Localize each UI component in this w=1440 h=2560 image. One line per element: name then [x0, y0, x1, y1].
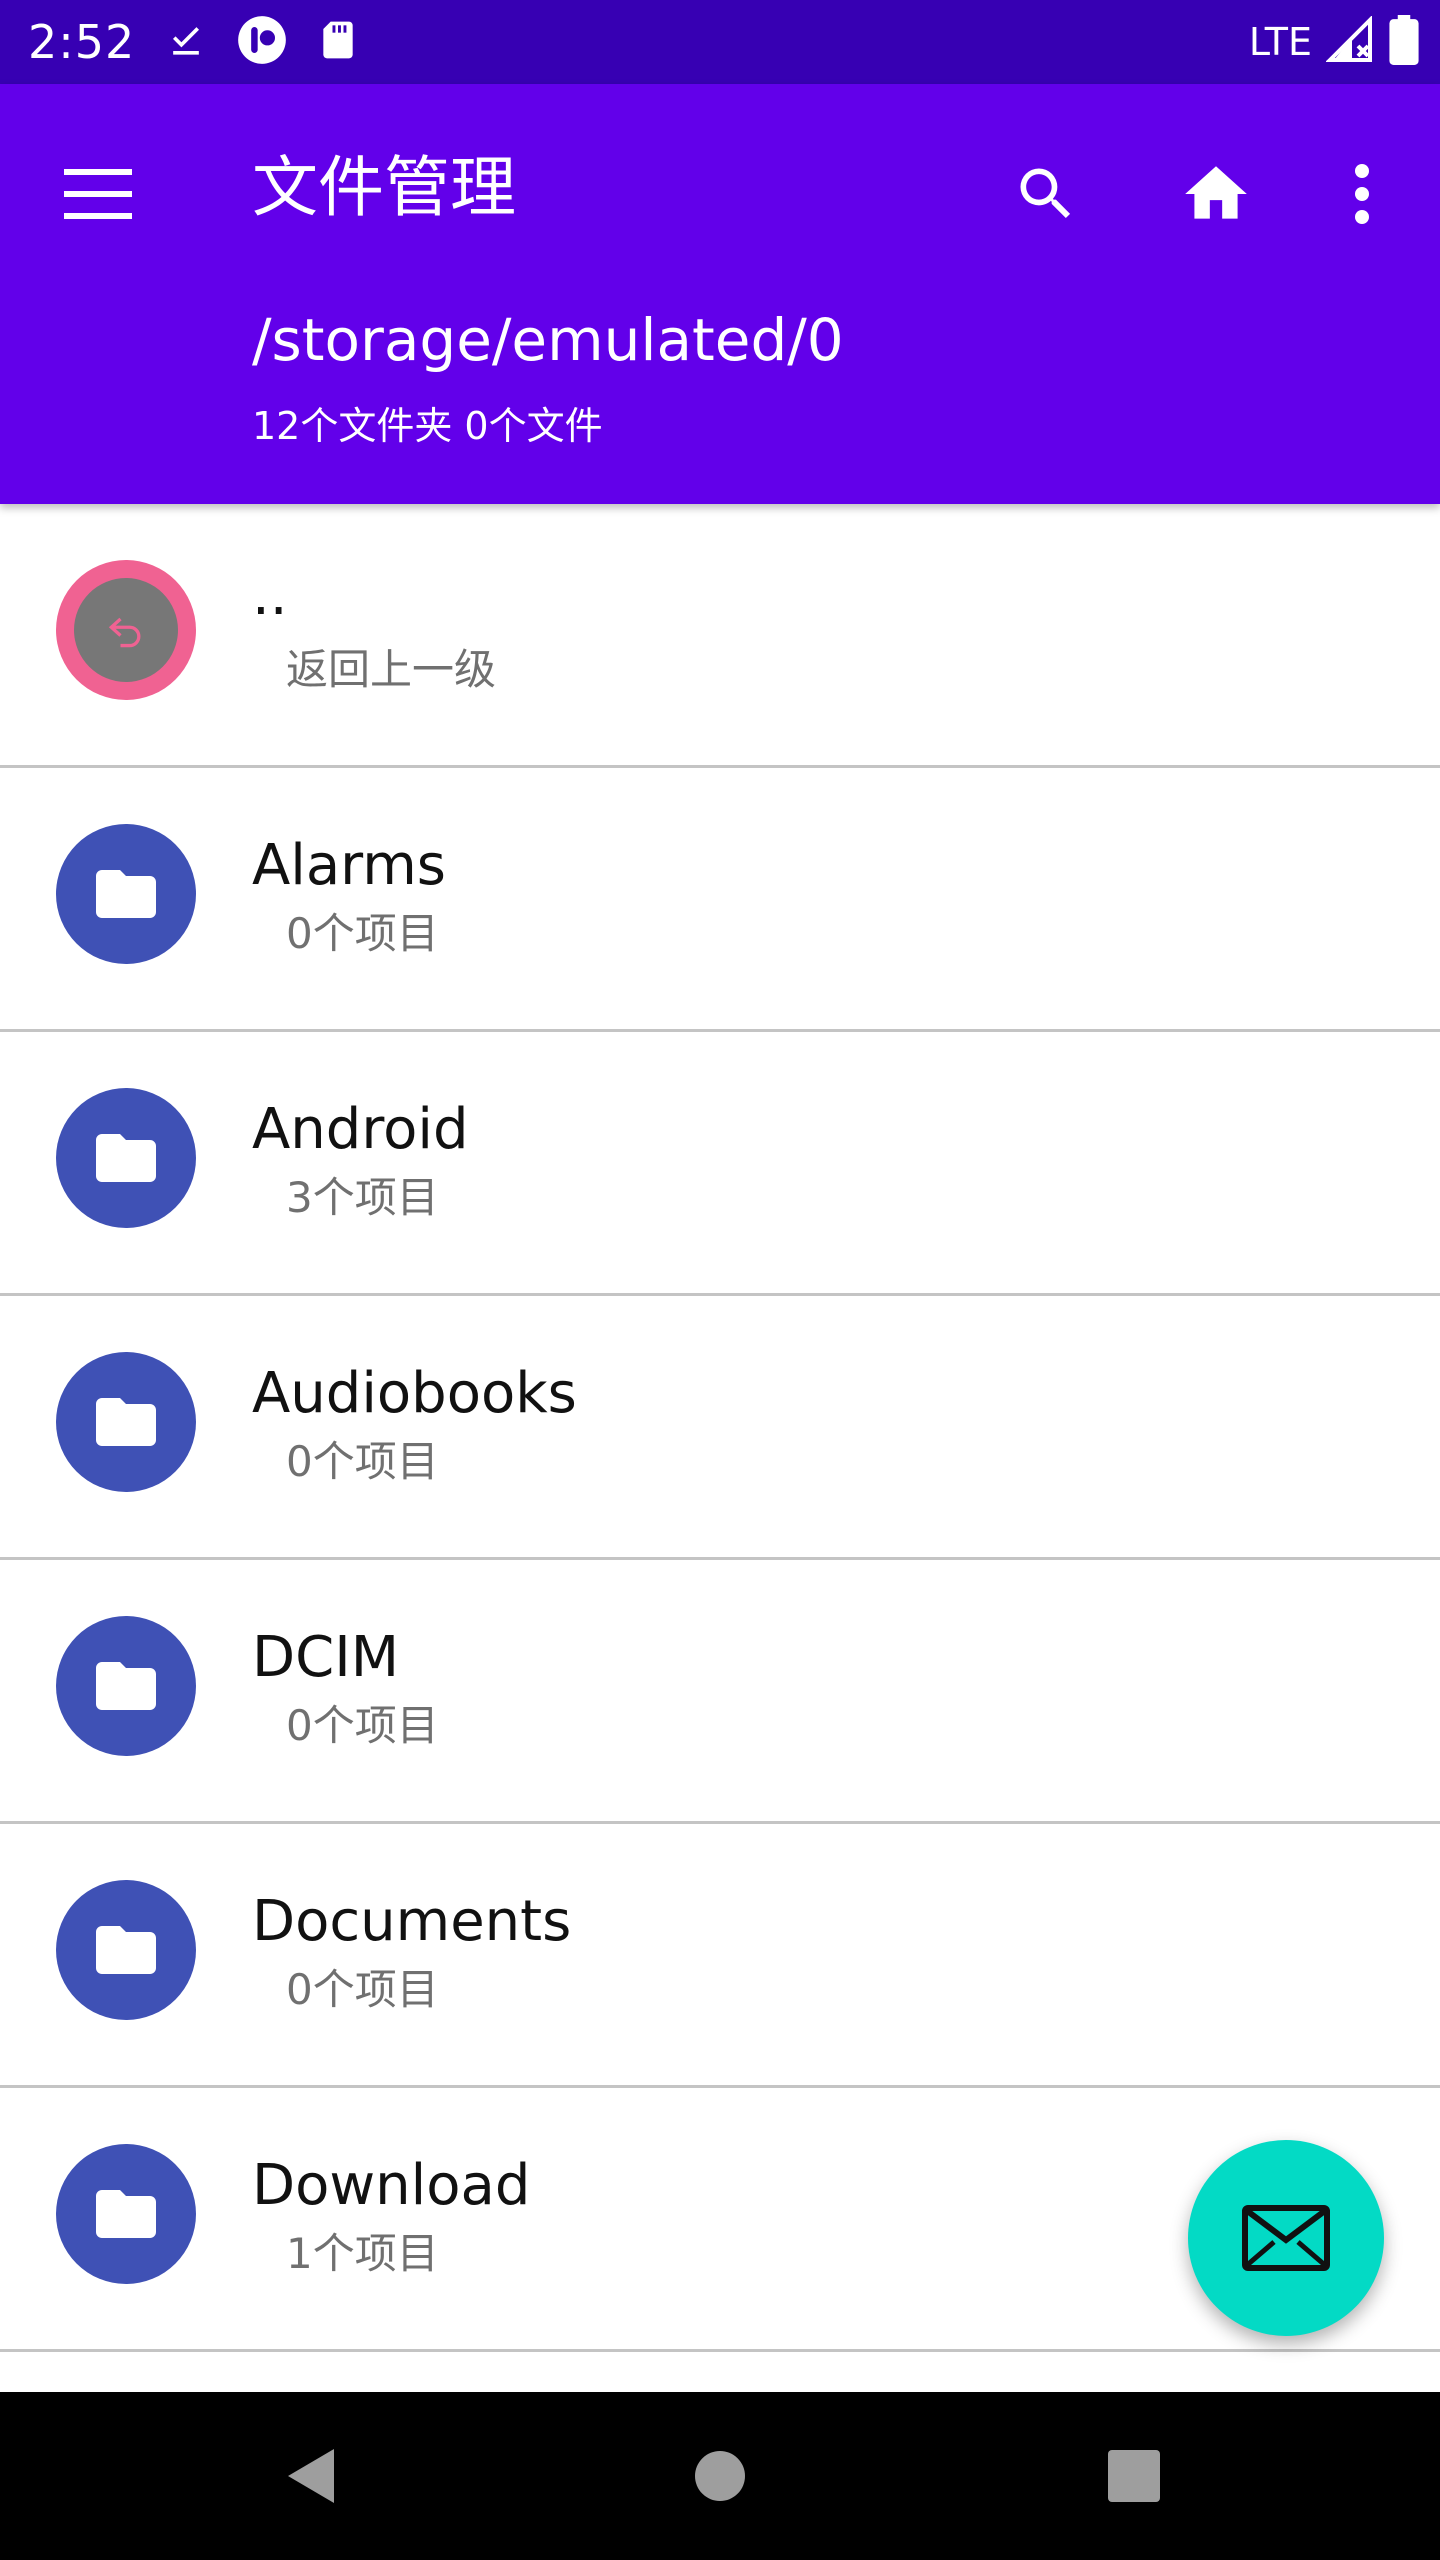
status-time: 2:52	[28, 15, 136, 69]
folder-icon	[96, 1134, 156, 1182]
back-triangle-icon	[288, 2449, 334, 2503]
current-path: /storage/emulated/0	[252, 306, 844, 374]
home-circle-icon	[695, 2451, 745, 2501]
network-type: LTE	[1248, 20, 1312, 64]
folder-icon	[96, 1398, 156, 1446]
sd-card-icon	[316, 17, 360, 67]
item-name: Audiobooks	[252, 1361, 577, 1426]
item-meta: 0个项目	[286, 1437, 439, 1486]
folder-icon	[96, 1926, 156, 1974]
search-button[interactable]	[998, 146, 1094, 242]
item-name: DCIM	[252, 1625, 400, 1690]
mail-icon	[1242, 2205, 1330, 2271]
menu-button[interactable]	[50, 146, 146, 242]
download-done-icon	[164, 18, 208, 66]
battery-icon	[1388, 15, 1420, 69]
list-item-folder[interactable]: Alarms 0个项目	[0, 768, 1440, 1032]
folder-avatar	[56, 1088, 196, 1228]
list-item-folder[interactable]: Android 3个项目	[0, 1032, 1440, 1296]
home-icon	[1185, 166, 1247, 219]
back-arrow-icon	[74, 578, 178, 682]
nav-back-button[interactable]	[262, 2428, 358, 2524]
item-meta: 3个项目	[286, 1173, 439, 1222]
folder-icon	[96, 1662, 156, 1710]
list-item-folder[interactable]: Audiobooks 0个项目	[0, 1296, 1440, 1560]
folder-file-count: 12个文件夹 0个文件	[252, 404, 603, 448]
system-nav-bar	[0, 2392, 1440, 2560]
status-bar: 2:52 LTE	[0, 0, 1440, 84]
item-name: Android	[252, 1097, 469, 1162]
item-meta: 1个项目	[286, 2229, 439, 2278]
item-name: Alarms	[252, 833, 446, 898]
search-icon	[1020, 168, 1071, 219]
status-system-icons: LTE	[1249, 14, 1420, 70]
folder-avatar	[56, 1616, 196, 1756]
item-meta: 0个项目	[286, 909, 439, 958]
recents-square-icon	[1108, 2450, 1160, 2502]
item-meta: 0个项目	[286, 1701, 439, 1750]
app-notification-icon	[236, 14, 288, 70]
item-name: Documents	[252, 1889, 572, 1954]
home-button[interactable]	[1168, 146, 1264, 242]
item-name: ..	[252, 563, 288, 628]
list-item-parent-dir[interactable]: .. 返回上一级	[0, 504, 1440, 768]
item-name: Download	[252, 2153, 531, 2218]
item-meta: 返回上一级	[286, 645, 497, 694]
status-notification-icons	[164, 16, 360, 68]
more-options-button[interactable]	[1314, 146, 1410, 242]
back-avatar	[56, 560, 196, 700]
folder-avatar	[56, 1880, 196, 2020]
nav-recents-button[interactable]	[1086, 2428, 1182, 2524]
folder-avatar	[56, 1352, 196, 1492]
app-bar: 文件管理 /storage/emulated/0 12个文件夹 0个文件	[0, 84, 1440, 504]
folder-icon	[96, 870, 156, 918]
folder-icon	[96, 2190, 156, 2238]
file-list: .. 返回上一级 Alarms 0个项目 Android 3个项目 Audiob…	[0, 504, 1440, 2392]
compose-fab[interactable]	[1188, 2140, 1384, 2336]
menu-icon	[64, 169, 132, 219]
list-item-folder[interactable]: Documents 0个项目	[0, 1824, 1440, 2088]
folder-avatar	[56, 824, 196, 964]
list-item-folder[interactable]: DCIM 0个项目	[0, 1560, 1440, 1824]
signal-icon	[1325, 15, 1374, 68]
item-meta: 0个项目	[286, 1965, 439, 2014]
app-title: 文件管理	[252, 149, 516, 226]
folder-avatar	[56, 2144, 196, 2284]
more-vert-icon	[1355, 164, 1369, 224]
nav-home-button[interactable]	[672, 2428, 768, 2524]
